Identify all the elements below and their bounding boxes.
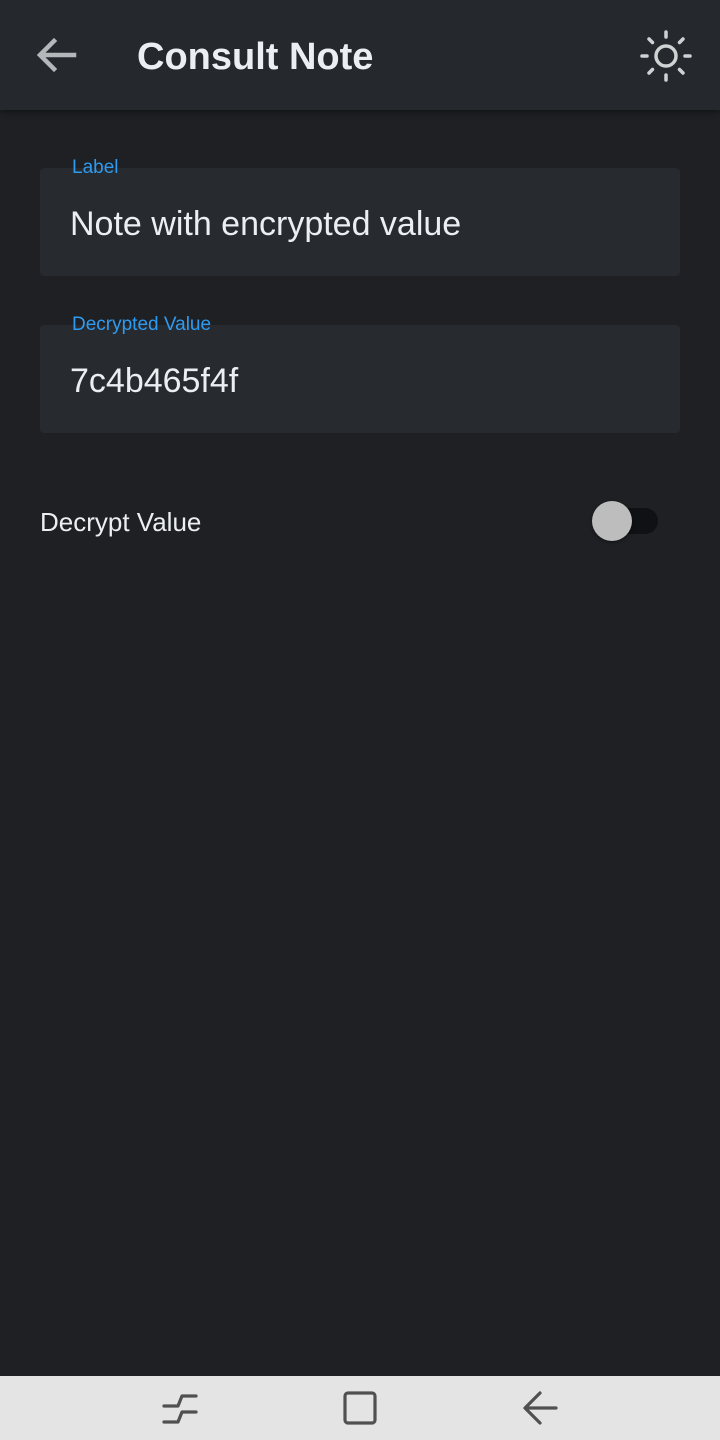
app-bar: Consult Note: [0, 0, 720, 110]
home-button[interactable]: [330, 1384, 390, 1432]
back-icon: [523, 1391, 558, 1425]
label-field[interactable]: Label: [40, 156, 680, 276]
sun-icon: [640, 30, 692, 82]
decrypted-value-field-label: Decrypted Value: [66, 313, 218, 337]
decrypt-value-row: Decrypt Value: [40, 492, 670, 552]
home-icon: [343, 1391, 377, 1425]
recents-button[interactable]: [150, 1384, 210, 1432]
switch-thumb: [592, 501, 632, 541]
label-input[interactable]: [70, 202, 650, 246]
decrypted-value-field[interactable]: Decrypted Value: [40, 313, 680, 433]
theme-toggle-button[interactable]: [636, 26, 696, 86]
arrow-left-icon: [36, 37, 77, 73]
nav-back-button[interactable]: [510, 1384, 570, 1432]
decrypted-value-input[interactable]: [70, 359, 650, 403]
label-field-label: Label: [66, 156, 125, 180]
screen: Consult Note Label Decrypted: [0, 0, 720, 1440]
recents-icon: [162, 1394, 198, 1424]
decrypt-value-label: Decrypt Value: [40, 507, 202, 537]
page-title: Consult Note: [137, 36, 374, 78]
system-nav-bar: [0, 1376, 720, 1440]
back-button[interactable]: [26, 25, 86, 85]
decrypt-value-switch[interactable]: [592, 500, 660, 542]
